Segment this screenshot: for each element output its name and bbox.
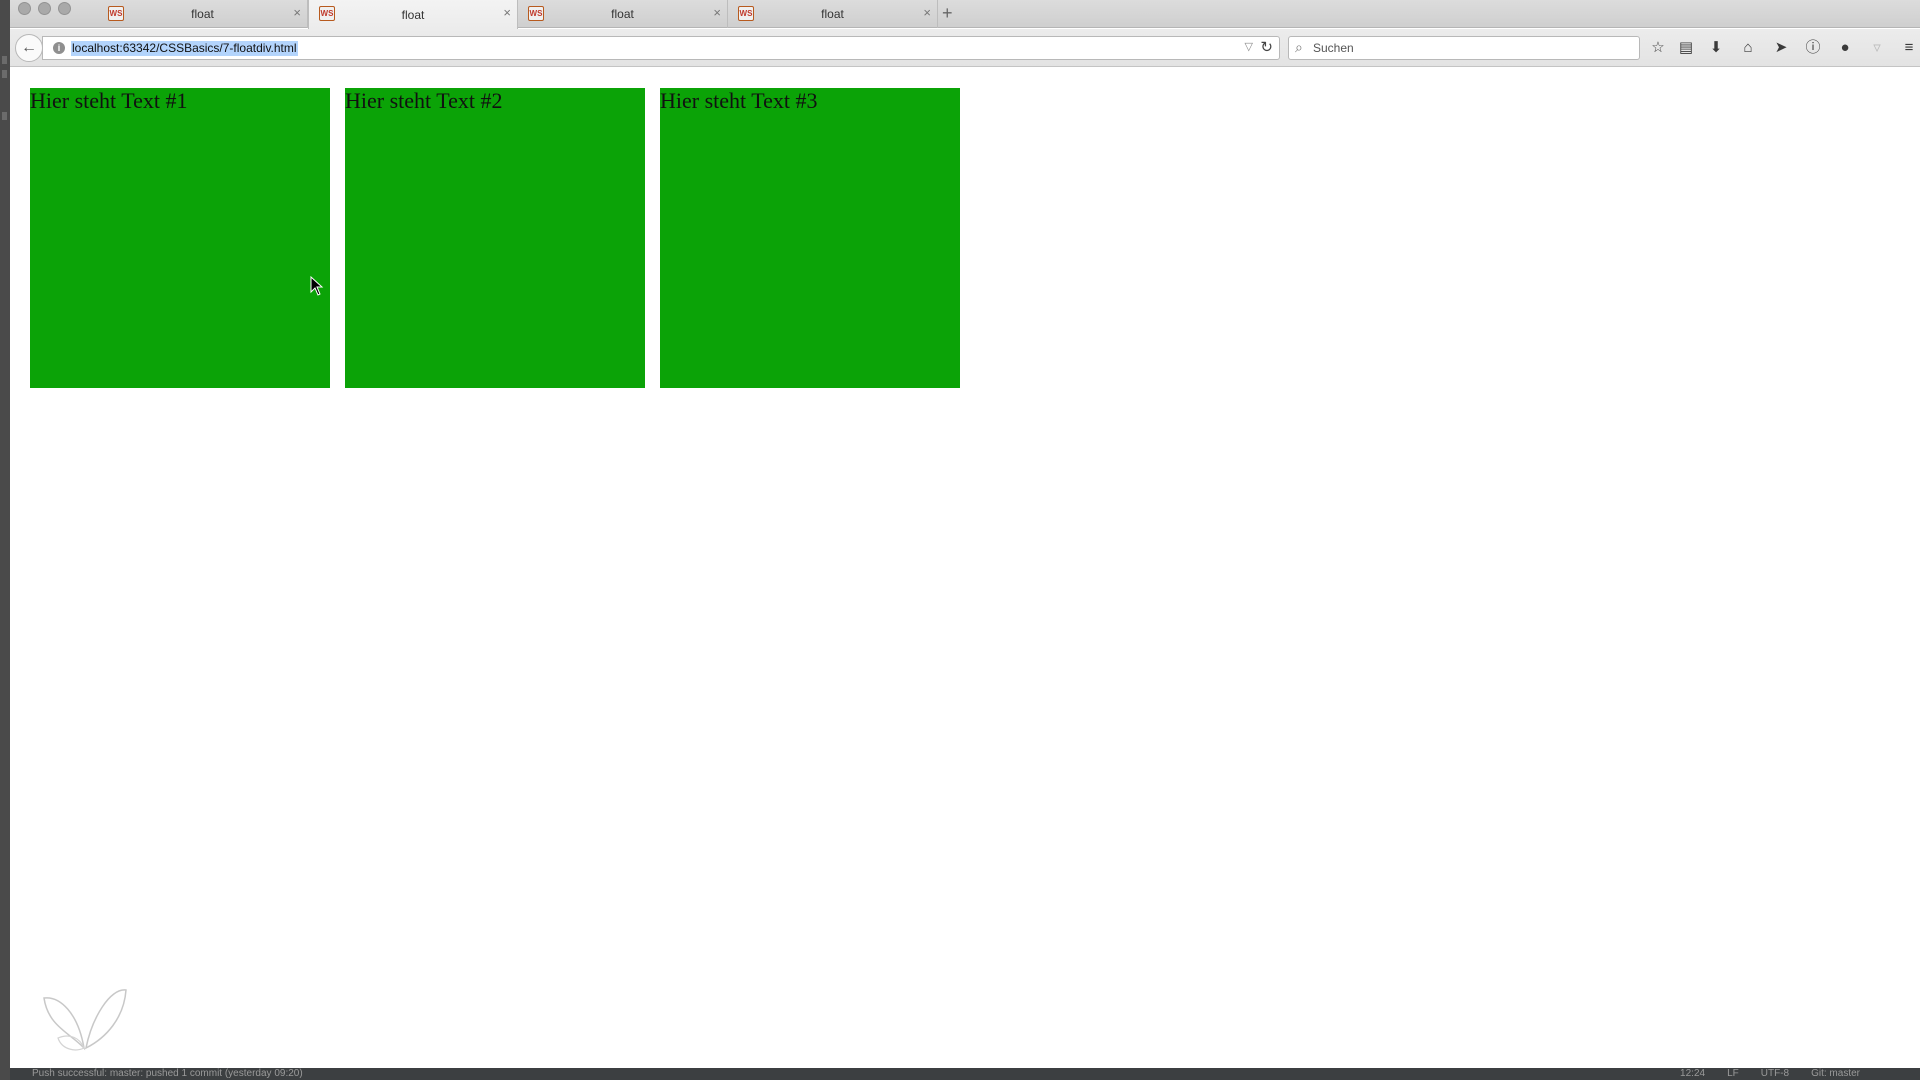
window-close-button[interactable] <box>18 2 31 15</box>
url-text[interactable]: localhost:63342/CSSBasics/7-floatdiv.htm… <box>71 41 298 56</box>
window-minimize-button[interactable] <box>38 2 51 15</box>
reading-list-icon[interactable]: ▤ <box>1675 37 1697 59</box>
mouse-cursor-icon <box>310 276 324 296</box>
page-content: Hier steht Text #1 Hier steht Text #2 Hi… <box>10 68 1920 1068</box>
tab-1[interactable]: WS float × <box>98 0 308 28</box>
float-box-2: Hier steht Text #2 <box>345 88 645 388</box>
tab-4[interactable]: WS float × <box>728 0 938 28</box>
butterfly-logo-icon <box>43 989 127 1051</box>
cursor-position[interactable]: 12:24 <box>1680 1068 1705 1080</box>
tab-close-icon[interactable]: × <box>293 6 301 20</box>
navigation-bar: ← i localhost:63342/CSSBasics/7-floatdiv… <box>10 29 1920 67</box>
tab-3[interactable]: WS float × <box>518 0 728 28</box>
ide-strip-mark <box>2 112 7 120</box>
reload-icon[interactable]: ↻ <box>1260 39 1273 57</box>
tab-close-icon[interactable]: × <box>713 6 721 20</box>
history-dropdown-icon[interactable]: ▽ <box>1245 40 1253 53</box>
ide-strip-mark <box>2 56 7 64</box>
tab-title: float <box>821 7 844 21</box>
line-separator[interactable]: LF <box>1727 1068 1739 1080</box>
star-icon[interactable]: ☆ <box>1647 37 1669 59</box>
browser-window: WS float × WS float × WS float × WS floa… <box>10 0 1920 1068</box>
new-tab-button[interactable]: + <box>942 3 953 23</box>
tab-title: float <box>191 7 214 21</box>
search-bar[interactable]: ⌕ <box>1288 36 1640 60</box>
arrow-left-icon: ← <box>21 39 37 56</box>
ide-strip-mark <box>2 70 7 78</box>
send-icon[interactable]: ➤ <box>1770 37 1792 59</box>
search-icon: ⌕ <box>1295 39 1303 55</box>
tab-title: float <box>611 7 634 21</box>
tab-bar: WS float × WS float × WS float × WS floa… <box>10 0 1920 29</box>
info-icon[interactable]: ⓘ <box>1802 37 1824 59</box>
window-zoom-button[interactable] <box>58 2 71 15</box>
float-box-3: Hier steht Text #3 <box>660 88 960 388</box>
tab-close-icon[interactable]: × <box>503 6 511 20</box>
tab-2[interactable]: WS float × <box>308 0 518 29</box>
tab-title: float <box>401 7 425 22</box>
tab-close-icon[interactable]: × <box>923 6 931 20</box>
back-button[interactable]: ← <box>15 34 43 62</box>
status-message: Push successful: master: pushed 1 commit… <box>32 1068 303 1079</box>
ide-side-strip <box>0 0 10 1080</box>
download-icon[interactable]: ⬇ <box>1705 37 1727 59</box>
float-box-1: Hier steht Text #1 <box>30 88 330 388</box>
menu-icon[interactable]: ≡ <box>1898 37 1920 59</box>
home-icon[interactable]: ⌂ <box>1737 37 1759 59</box>
ide-status-bar: Push successful: master: pushed 1 commit… <box>10 1068 1920 1080</box>
shield-icon[interactable]: ▿ <box>1866 37 1888 59</box>
chat-icon[interactable]: ● <box>1834 37 1856 59</box>
url-bar[interactable]: i localhost:63342/CSSBasics/7-floatdiv.h… <box>42 36 1280 60</box>
file-encoding[interactable]: UTF-8 <box>1761 1068 1789 1080</box>
search-input[interactable] <box>1313 40 1613 56</box>
site-info-icon[interactable]: i <box>53 42 65 54</box>
vcs-branch[interactable]: Git: master <box>1811 1068 1860 1080</box>
